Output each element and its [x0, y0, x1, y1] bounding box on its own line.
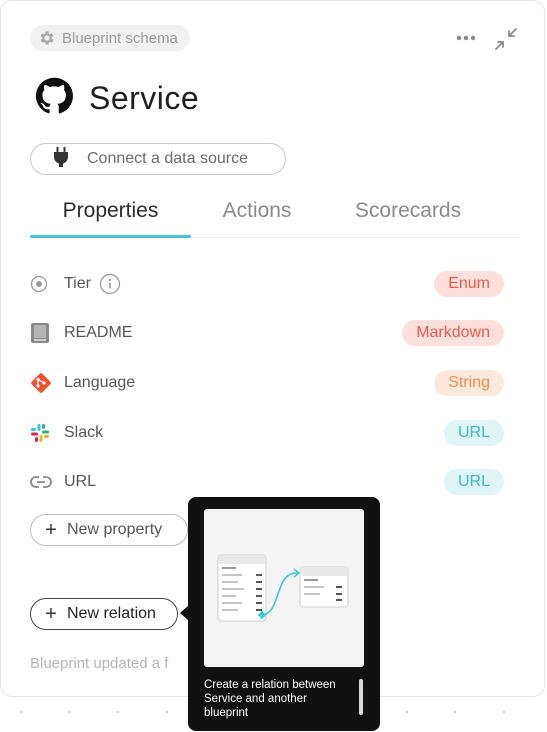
relation-tooltip: Create a relation between Service and an… — [188, 497, 380, 731]
property-label: Tier — [64, 275, 91, 292]
property-row-tier[interactable]: Tier Enum — [30, 270, 504, 298]
tab-label: Properties — [62, 199, 159, 222]
gear-icon — [38, 29, 56, 47]
type-badge: Enum — [434, 271, 504, 297]
property-label: Slack — [64, 424, 104, 441]
type-badge: URL — [443, 420, 504, 446]
property-row-url[interactable]: URL URL — [30, 468, 504, 496]
tab-properties[interactable]: Properties — [30, 185, 191, 237]
property-row-slack[interactable]: Slack URL — [30, 419, 504, 447]
connect-label: Connect a data source — [87, 150, 248, 167]
new-property-label: New property — [67, 521, 163, 538]
blueprint-schema-chip[interactable]: Blueprint schema — [30, 25, 190, 51]
plus-icon: + — [45, 603, 57, 625]
enum-radio-icon — [30, 272, 56, 296]
property-row-readme[interactable]: README Markdown — [30, 319, 504, 347]
slack-icon — [30, 421, 56, 445]
active-tab-indicator — [30, 235, 191, 238]
more-options-icon[interactable] — [455, 29, 477, 47]
schema-chip-label: Blueprint schema — [62, 29, 178, 47]
updated-status: Blueprint updated a f — [30, 655, 169, 672]
tab-scorecards[interactable]: Scorecards — [340, 185, 476, 237]
plug-icon — [53, 146, 69, 172]
tooltip-text: Create a relation between Service and an… — [204, 679, 336, 719]
new-relation-label: New relation — [67, 605, 156, 622]
github-icon — [35, 77, 73, 120]
tab-label: Actions — [222, 199, 292, 222]
type-badge: Markdown — [402, 320, 504, 346]
property-label: URL — [64, 473, 97, 490]
type-badge: URL — [443, 469, 504, 495]
type-badge: String — [434, 370, 504, 396]
plus-icon: + — [45, 519, 57, 541]
collapse-icon[interactable] — [492, 25, 520, 53]
new-relation-button[interactable]: + New relation — [30, 598, 178, 630]
link-icon — [30, 470, 56, 494]
connect-data-source-button[interactable]: Connect a data source — [30, 143, 286, 175]
tab-label: Scorecards — [354, 199, 462, 222]
title-row: Service — [35, 77, 199, 120]
book-icon — [30, 321, 56, 345]
relation-illustration — [204, 509, 364, 667]
property-row-language[interactable]: Language String — [30, 369, 504, 397]
new-property-button[interactable]: + New property — [30, 514, 188, 546]
property-label: Language — [64, 374, 136, 391]
git-icon — [30, 371, 56, 395]
tab-bar: Properties Actions Scorecards — [30, 185, 520, 238]
property-label: README — [64, 324, 133, 341]
page-title: Service — [89, 80, 200, 116]
tab-actions[interactable]: Actions — [198, 185, 316, 237]
tooltip-scrollbar[interactable] — [359, 679, 363, 715]
info-icon[interactable] — [99, 273, 121, 295]
